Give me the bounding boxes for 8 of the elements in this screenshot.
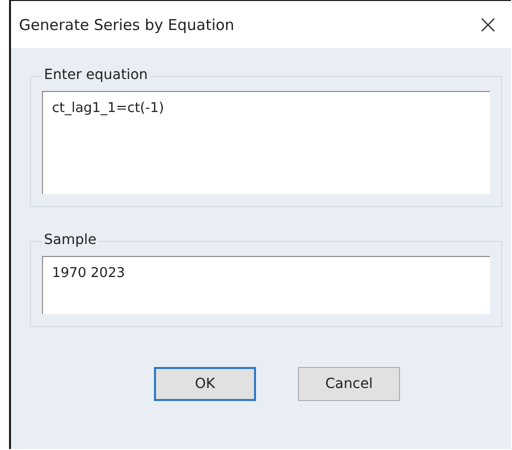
input-field[interactable]: 1970 2023: [42, 256, 490, 314]
input-field[interactable]: ct_lag1_1=ct(-1): [42, 91, 490, 194]
window-title: Generate Series by Equation: [19, 16, 234, 34]
dialog-button[interactable]: Cancel: [298, 367, 400, 401]
group-label: Sample: [42, 232, 98, 248]
group-label: Enter equation: [42, 67, 150, 83]
close-button[interactable]: ×: [471, 4, 511, 44]
dialog-button[interactable]: OK: [154, 367, 256, 401]
